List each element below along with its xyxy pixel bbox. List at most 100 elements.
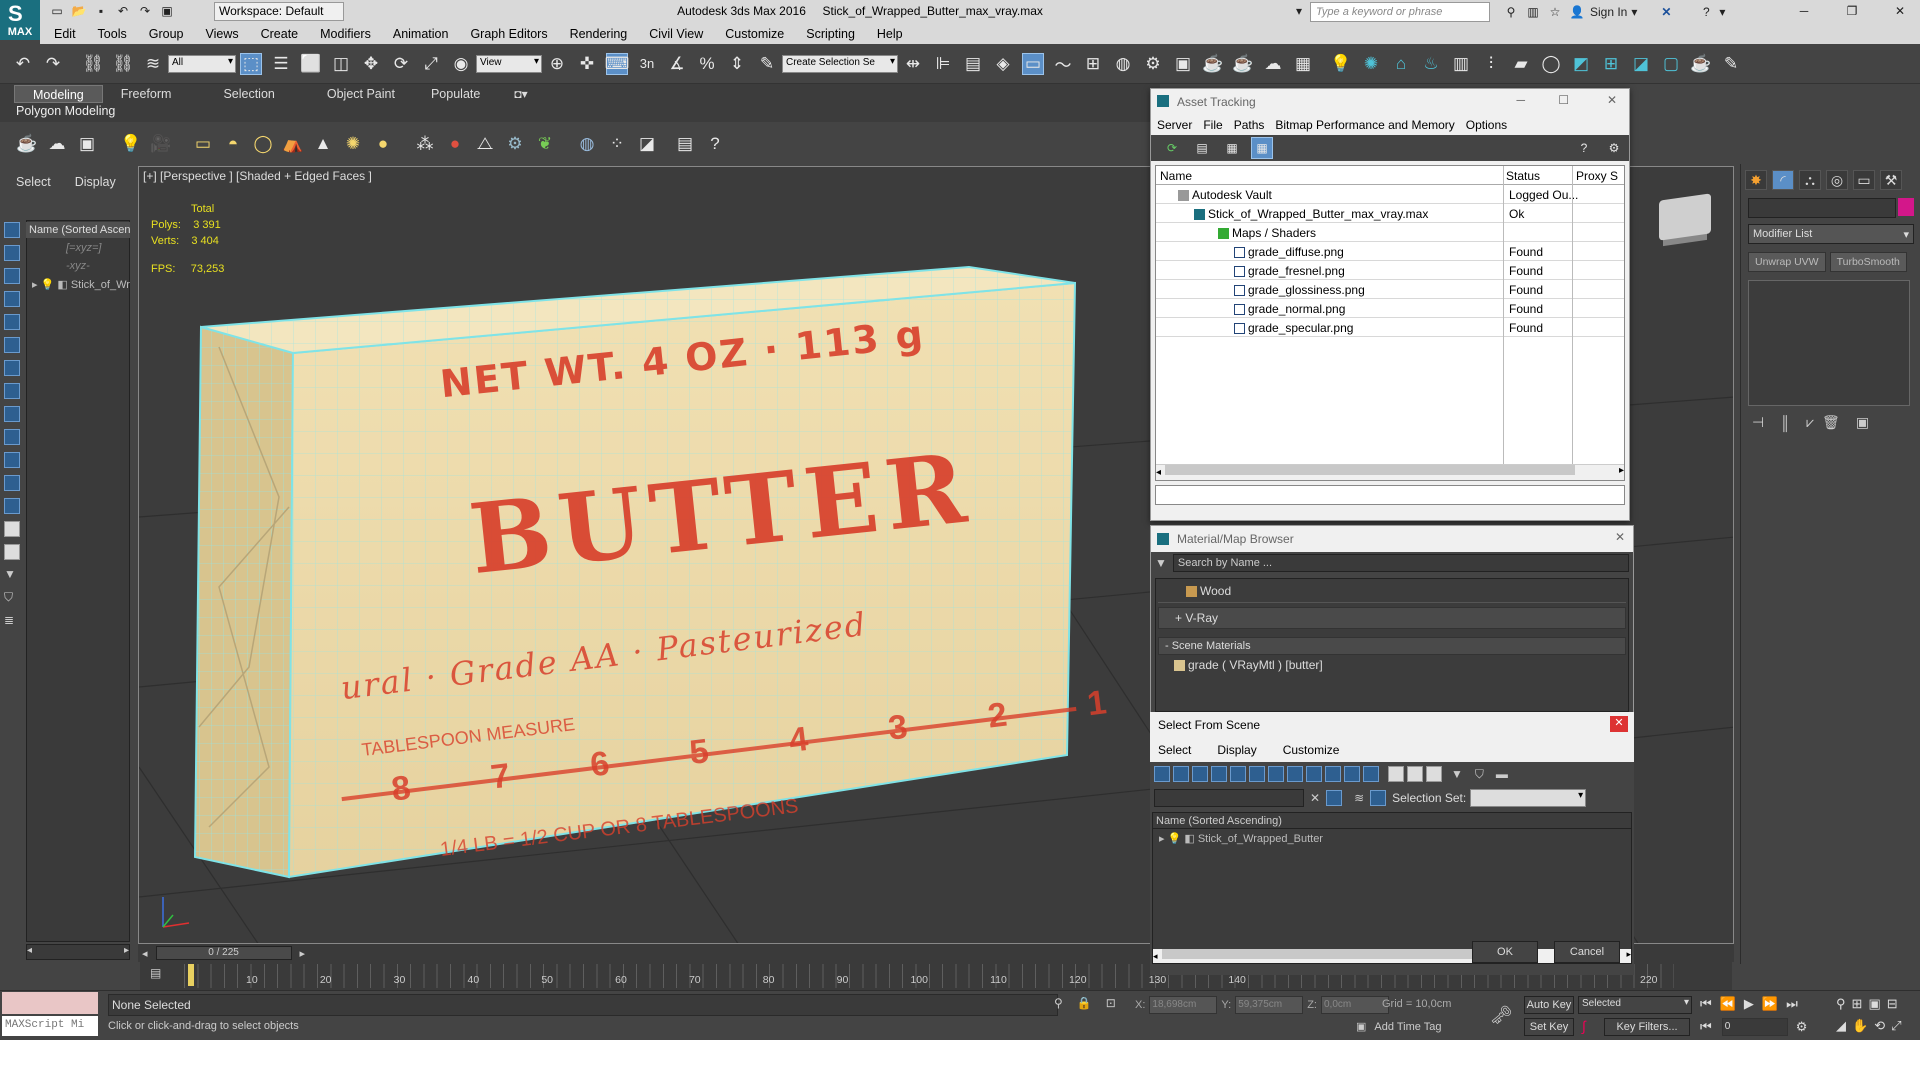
binoculars-icon[interactable]: ⚲	[1502, 3, 1520, 21]
table-row[interactable]: Maps / Shaders	[1156, 223, 1624, 242]
teapot-icon[interactable]: ☕	[16, 133, 38, 155]
filter-space-warps-icon[interactable]	[4, 337, 20, 353]
menu-options[interactable]: Options	[1466, 118, 1507, 132]
vray-light-icon[interactable]: 💡	[1330, 53, 1352, 75]
cancel-button[interactable]: Cancel	[1554, 941, 1620, 963]
maxscript-listener-pink[interactable]	[2, 992, 98, 1014]
orbit-icon[interactable]: ⟲	[1874, 1018, 1885, 1034]
zoom-extents-all-icon[interactable]: ⊟	[1887, 996, 1898, 1012]
scene-explorer-list[interactable]	[26, 220, 130, 942]
named-selection-set-dropdown[interactable]: Create Selection Se	[782, 54, 898, 73]
auto-key-button[interactable]: Auto Key	[1524, 996, 1574, 1014]
vray-group-header[interactable]: + V-Ray	[1158, 607, 1626, 629]
column-name[interactable]: Name	[1160, 169, 1192, 183]
rendered-frame-window-icon[interactable]: ▣	[1172, 53, 1194, 75]
grid-view-icon[interactable]: ▦	[1251, 137, 1273, 159]
set-key-button[interactable]: Set Key	[1524, 1018, 1574, 1036]
filter-xrefs-icon[interactable]	[4, 383, 20, 399]
filter-none-icon[interactable]	[4, 521, 20, 537]
menu-tools[interactable]: Tools	[98, 27, 127, 41]
bind-space-warp-icon[interactable]: ≋	[142, 53, 164, 75]
select-and-scale-icon[interactable]: ⤢	[420, 53, 442, 75]
sign-in-dropdown-icon[interactable]: ▾	[1631, 5, 1637, 19]
filter-frozen-icon[interactable]	[1344, 766, 1360, 782]
motion-tab-icon[interactable]: ◎	[1826, 170, 1848, 190]
remove-modifier-icon[interactable]: 🗑	[1822, 414, 1840, 431]
selection-filter-dropdown[interactable]: All	[168, 54, 236, 73]
menu-group[interactable]: Group	[149, 27, 184, 41]
menu-edit[interactable]: Edit	[54, 27, 76, 41]
filter-options-icon[interactable]: ⛉	[1475, 767, 1484, 782]
sun-light-icon[interactable]: ✺	[342, 133, 364, 155]
help-icon[interactable]: ?	[1697, 3, 1715, 21]
menu-server[interactable]: Server	[1157, 118, 1192, 132]
minimize-icon[interactable]: ─	[1782, 2, 1826, 20]
ok-button[interactable]: OK	[1472, 941, 1538, 963]
redo-icon[interactable]: ↷	[42, 53, 64, 75]
filter-sort-icon[interactable]: ▬	[1496, 767, 1508, 781]
edit-named-selection-icon[interactable]: ✎	[756, 53, 778, 75]
render-production-icon[interactable]: ☕	[1202, 53, 1224, 75]
open-file-icon[interactable]: 📂	[70, 2, 88, 20]
column-status[interactable]: Status	[1506, 169, 1540, 183]
filter-helpers-icon[interactable]	[1230, 766, 1246, 782]
timeline-toggle-icon[interactable]: ▤	[150, 966, 161, 980]
menu-customize[interactable]: Customize	[725, 27, 784, 41]
redo-icon[interactable]: ↷	[136, 2, 154, 20]
help-icon[interactable]: ?	[1573, 137, 1595, 159]
dome-light-icon[interactable]: ◓	[222, 133, 244, 155]
filter-cameras-icon[interactable]	[1211, 766, 1227, 782]
vray-scene-icon[interactable]: ⊞	[1600, 53, 1622, 75]
menu-create[interactable]: Create	[261, 27, 299, 41]
camera-icon[interactable]: 🎥	[150, 133, 172, 155]
toggle-layer-explorer-icon[interactable]: ◈	[992, 53, 1014, 75]
help-search-input[interactable]: Type a keyword or phrase	[1310, 2, 1490, 22]
scene-explorer-tab-display[interactable]: Display	[75, 175, 116, 189]
select-none-icon[interactable]	[1407, 766, 1423, 782]
table-row[interactable]: grade_diffuse.png Found	[1156, 242, 1624, 261]
filter-options-icon[interactable]: ⛉	[4, 590, 20, 606]
refresh-icon[interactable]: ⟳	[1161, 137, 1183, 159]
max-logo[interactable]: S MAX	[0, 0, 40, 40]
sfs-list-header[interactable]: Name (Sorted Ascending)	[1153, 813, 1631, 829]
sign-in-link[interactable]: Sign In	[1590, 5, 1627, 19]
list-view-icon[interactable]: ▤	[1191, 137, 1213, 159]
vray-frame-buffer-icon[interactable]: ▦	[1292, 53, 1314, 75]
workspace-dropdown[interactable]: Workspace: Default	[214, 2, 344, 21]
layers-icon[interactable]: ≋	[1354, 791, 1364, 805]
vray-dome-icon[interactable]: ⌂	[1390, 53, 1412, 75]
curve-editor-icon[interactable]: 〜	[1052, 53, 1074, 75]
table-view-icon[interactable]: ▦	[1221, 137, 1243, 159]
utilities-tab-icon[interactable]: ⚒	[1880, 170, 1902, 190]
render-setup-icon[interactable]: ⚙	[1142, 53, 1164, 75]
menu-rendering[interactable]: Rendering	[570, 27, 628, 41]
filter-groups-icon[interactable]	[4, 360, 20, 376]
menu-file[interactable]: File	[1203, 118, 1222, 132]
rectangular-selection-icon[interactable]: ⬜	[300, 53, 322, 75]
absolute-mode-icon[interactable]: ⊡	[1106, 996, 1116, 1010]
filter-groups-icon[interactable]	[1268, 766, 1284, 782]
maxscript-mini-listener[interactable]: MAXScript Mi	[2, 1016, 98, 1036]
filter-helpers-icon[interactable]	[4, 314, 20, 330]
filter-lights-icon[interactable]	[1192, 766, 1208, 782]
sfs-menu-customize[interactable]: Customize	[1283, 743, 1340, 757]
vray-fur-icon[interactable]: ⫶	[1480, 53, 1502, 75]
globe-icon[interactable]: ◍	[576, 133, 598, 155]
cloud-icon[interactable]: ☁	[46, 133, 68, 155]
spot-light-icon[interactable]: ▲	[312, 133, 334, 155]
material-editor-icon[interactable]: ◍	[1112, 53, 1134, 75]
filter-shapes-icon[interactable]	[1173, 766, 1189, 782]
new-file-icon[interactable]: ▭	[48, 2, 66, 20]
list-item[interactable]: grade ( VRayMtl ) [butter]	[1158, 655, 1626, 677]
menu-paths[interactable]: Paths	[1234, 118, 1265, 132]
vray-box-icon[interactable]: ▢	[1660, 53, 1682, 75]
menu-bitmap-performance[interactable]: Bitmap Performance and Memory	[1275, 118, 1454, 132]
sfs-search-input[interactable]	[1154, 789, 1304, 807]
exchange-apps-icon[interactable]: ✕	[1657, 3, 1675, 21]
key-mode-toggle-icon[interactable]: ⏮	[1700, 1019, 1712, 1035]
timeline-marker[interactable]	[188, 964, 194, 986]
vray-pencil-icon[interactable]: ✎	[1720, 53, 1742, 75]
zoom-all-icon[interactable]: ⊞	[1852, 996, 1863, 1012]
filter-invert-icon[interactable]	[4, 544, 20, 560]
list-item[interactable]: ▸ 💡 ◧ Stick_of_Wrapped_Butter	[1153, 829, 1631, 847]
